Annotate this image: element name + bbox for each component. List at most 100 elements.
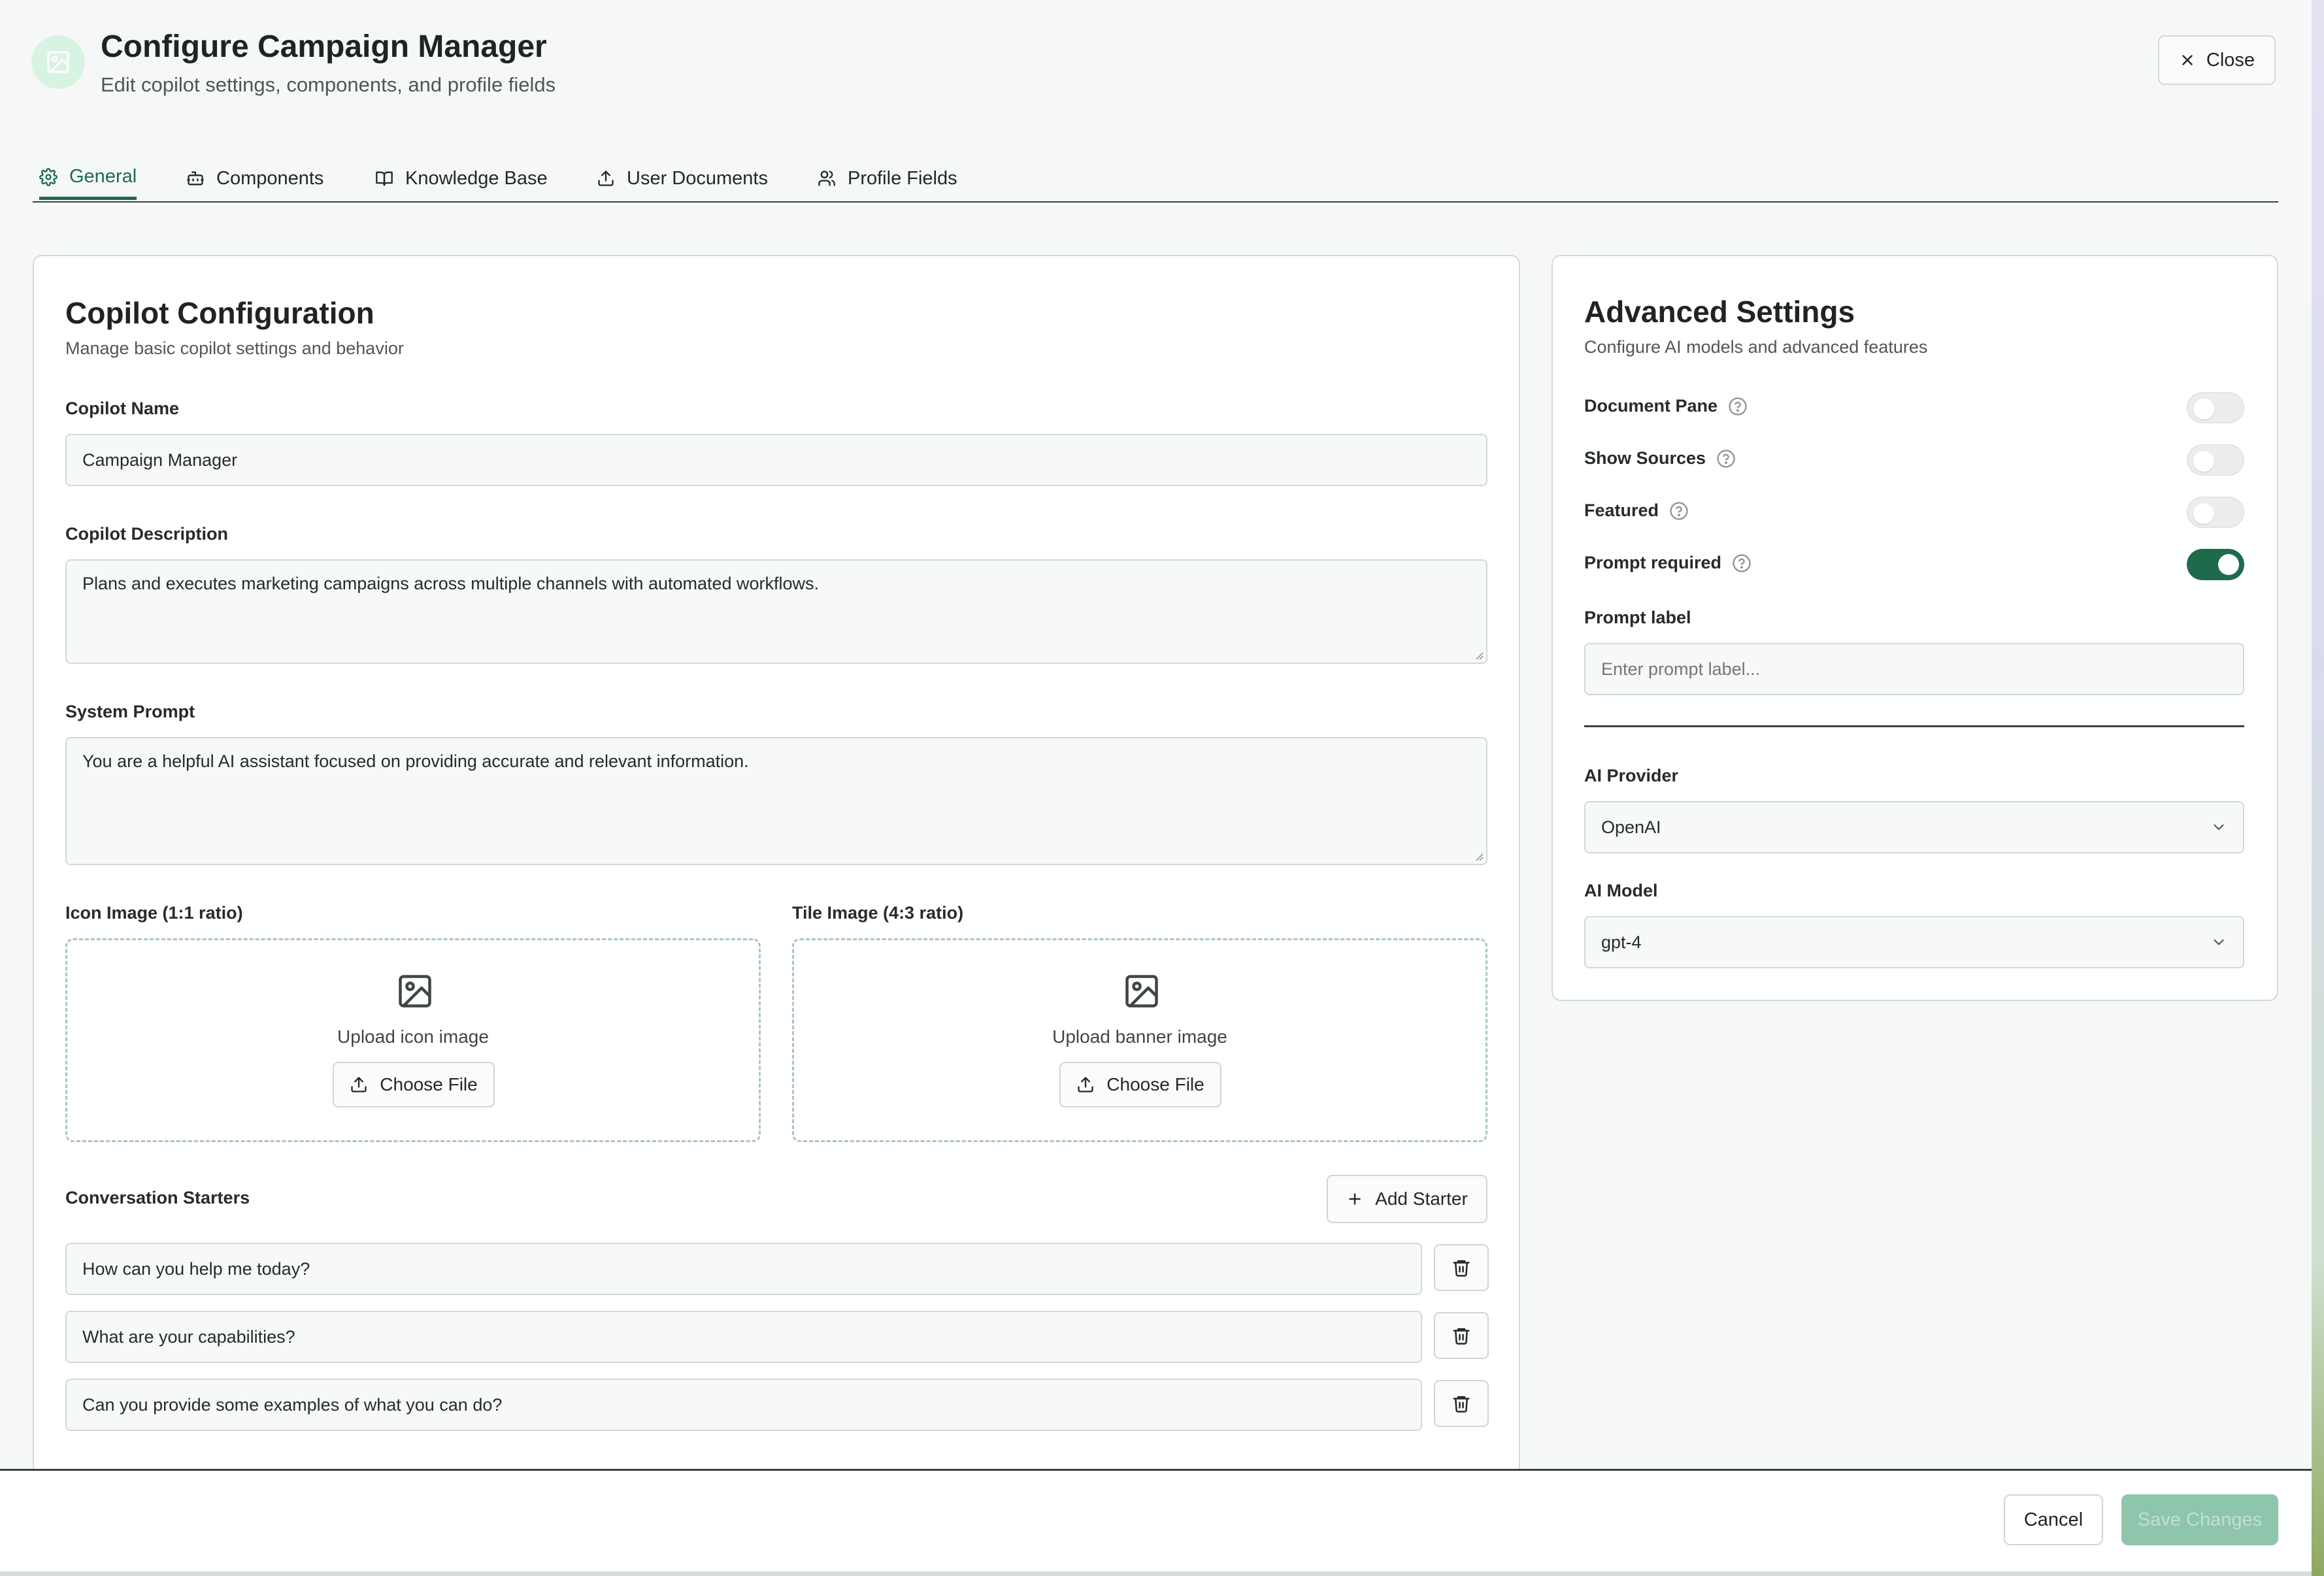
help-icon[interactable] [1728,397,1748,416]
starter-value: What are your capabilities? [82,1326,295,1347]
add-starter-label: Add Starter [1375,1189,1468,1209]
cancel-label: Cancel [2023,1509,2083,1530]
ai-model-select[interactable]: gpt-4 [1584,916,2244,968]
ai-model-label: AI Model [1584,881,1658,900]
ai-provider-label: AI Provider [1584,766,1679,785]
tab-profile-fields[interactable]: Profile Fields [818,157,957,200]
close-icon [2182,55,2193,65]
prompt-label-label: Prompt label [1584,608,1691,627]
add-starter-button[interactable]: Add Starter [1327,1175,1487,1223]
save-changes-button[interactable]: Save Changes [2121,1494,2278,1545]
tile-choose-file-button[interactable]: Choose File [1059,1062,1221,1108]
copilot-name-input[interactable]: Campaign Manager [65,434,1487,486]
starter-input[interactable]: Can you provide some examples of what yo… [65,1379,1422,1431]
show-sources-toggle[interactable] [2187,444,2244,476]
tab-components[interactable]: Components [186,157,324,200]
trash-icon [1453,1396,1470,1413]
tab-knowledge-base[interactable]: Knowledge Base [375,157,548,200]
help-icon[interactable] [1669,501,1689,521]
copilot-name-label: Copilot Name [65,399,180,418]
users-icon [818,171,835,186]
show-sources-label: Show Sources [1584,448,1706,468]
system-prompt-value: You are a helpful AI assistant focused o… [82,751,749,771]
save-changes-label: Save Changes [2137,1509,2263,1530]
ai-provider-value: OpenAI [1601,817,1661,837]
toggle-knob [2193,503,2214,524]
bot-icon [187,171,204,186]
copilot-description-textarea[interactable]: Plans and executes marketing campaigns a… [65,559,1487,664]
starter-value: How can you help me today? [82,1258,310,1279]
delete-starter-button[interactable] [1434,1312,1489,1359]
plus-icon [1349,1193,1361,1205]
config-subtitle: Manage basic copilot settings and behavi… [65,338,404,358]
prompt-required-setting: Prompt required [1584,553,1751,573]
ai-model-value: gpt-4 [1601,932,1642,952]
prompt-label-input[interactable] [1584,643,2244,695]
cancel-button[interactable]: Cancel [2004,1494,2103,1545]
system-prompt-textarea[interactable]: You are a helpful AI assistant focused o… [65,737,1487,865]
icon-image-dropzone[interactable]: Upload icon image Choose File [65,938,761,1142]
image-icon [399,975,431,1008]
trash-icon [1453,1260,1470,1277]
delete-starter-button[interactable] [1434,1244,1489,1291]
ai-provider-select[interactable]: OpenAI [1584,801,2244,853]
page-title: Configure Campaign Manager [101,29,547,64]
prompt-required-toggle[interactable] [2187,549,2244,580]
close-label: Close [2206,49,2255,71]
starter-input[interactable]: What are your capabilities? [65,1311,1422,1363]
featured-toggle[interactable] [2187,497,2244,528]
toggle-knob [2193,451,2214,472]
upload-icon [1078,1077,1093,1092]
advanced-title: Advanced Settings [1584,295,1855,329]
tab-components-label: Components [216,167,324,189]
document-pane-label: Document Pane [1584,396,1718,416]
starter-input[interactable]: How can you help me today? [65,1243,1422,1295]
starter-value: Can you provide some examples of what yo… [82,1394,503,1415]
choose-file-label: Choose File [380,1074,478,1094]
gear-icon [39,167,58,186]
tab-general[interactable]: General [39,157,137,200]
featured-label: Featured [1584,501,1659,520]
tile-image-label: Tile Image (4:3 ratio) [792,903,964,923]
window-edge [2312,0,2324,1576]
help-icon[interactable] [1732,553,1751,573]
dialog-footer: Cancel Save Changes [0,1469,2312,1571]
upload-icon [598,171,614,186]
toggle-knob [2218,554,2239,575]
resize-handle-icon[interactable] [1474,651,1484,660]
image-icon [47,51,69,73]
image-icon [1125,975,1158,1008]
advanced-settings-card [1552,255,2278,1001]
book-icon [376,171,393,186]
icon-upload-text: Upload icon image [337,1026,489,1047]
system-prompt-label: System Prompt [65,702,195,721]
tab-profile-fields-label: Profile Fields [848,167,957,189]
copilot-name-value: Campaign Manager [82,450,238,470]
page-subtitle: Edit copilot settings, components, and p… [101,73,556,96]
icon-choose-file-button[interactable]: Choose File [333,1062,495,1108]
tab-general-label: General [69,166,137,187]
trash-icon [1453,1328,1470,1345]
chevron-down-icon [2214,824,2224,830]
choose-file-label: Choose File [1106,1074,1204,1094]
tab-bar: General Components Knowledge Base User D… [33,157,2278,203]
delete-starter-button[interactable] [1434,1380,1489,1427]
copilot-description-label: Copilot Description [65,524,228,544]
copilot-description-value: Plans and executes marketing campaigns a… [82,574,820,593]
close-button[interactable]: Close [2158,35,2276,85]
document-pane-toggle[interactable] [2187,392,2244,423]
section-divider [1584,725,2244,727]
help-icon[interactable] [1716,449,1736,468]
prompt-required-label: Prompt required [1584,553,1722,572]
copilot-avatar [31,35,85,89]
icon-image-label: Icon Image (1:1 ratio) [65,903,243,923]
advanced-subtitle: Configure AI models and advanced feature… [1584,337,1928,357]
chevron-down-icon [2214,939,2224,945]
document-pane-setting: Document Pane [1584,396,1748,416]
tile-image-dropzone[interactable]: Upload banner image Choose File [792,938,1487,1142]
resize-handle-icon[interactable] [1474,852,1484,861]
config-title: Copilot Configuration [65,296,374,330]
tab-user-documents[interactable]: User Documents [597,157,768,200]
tab-knowledge-base-label: Knowledge Base [405,167,548,189]
conversation-starters-label: Conversation Starters [65,1188,250,1207]
